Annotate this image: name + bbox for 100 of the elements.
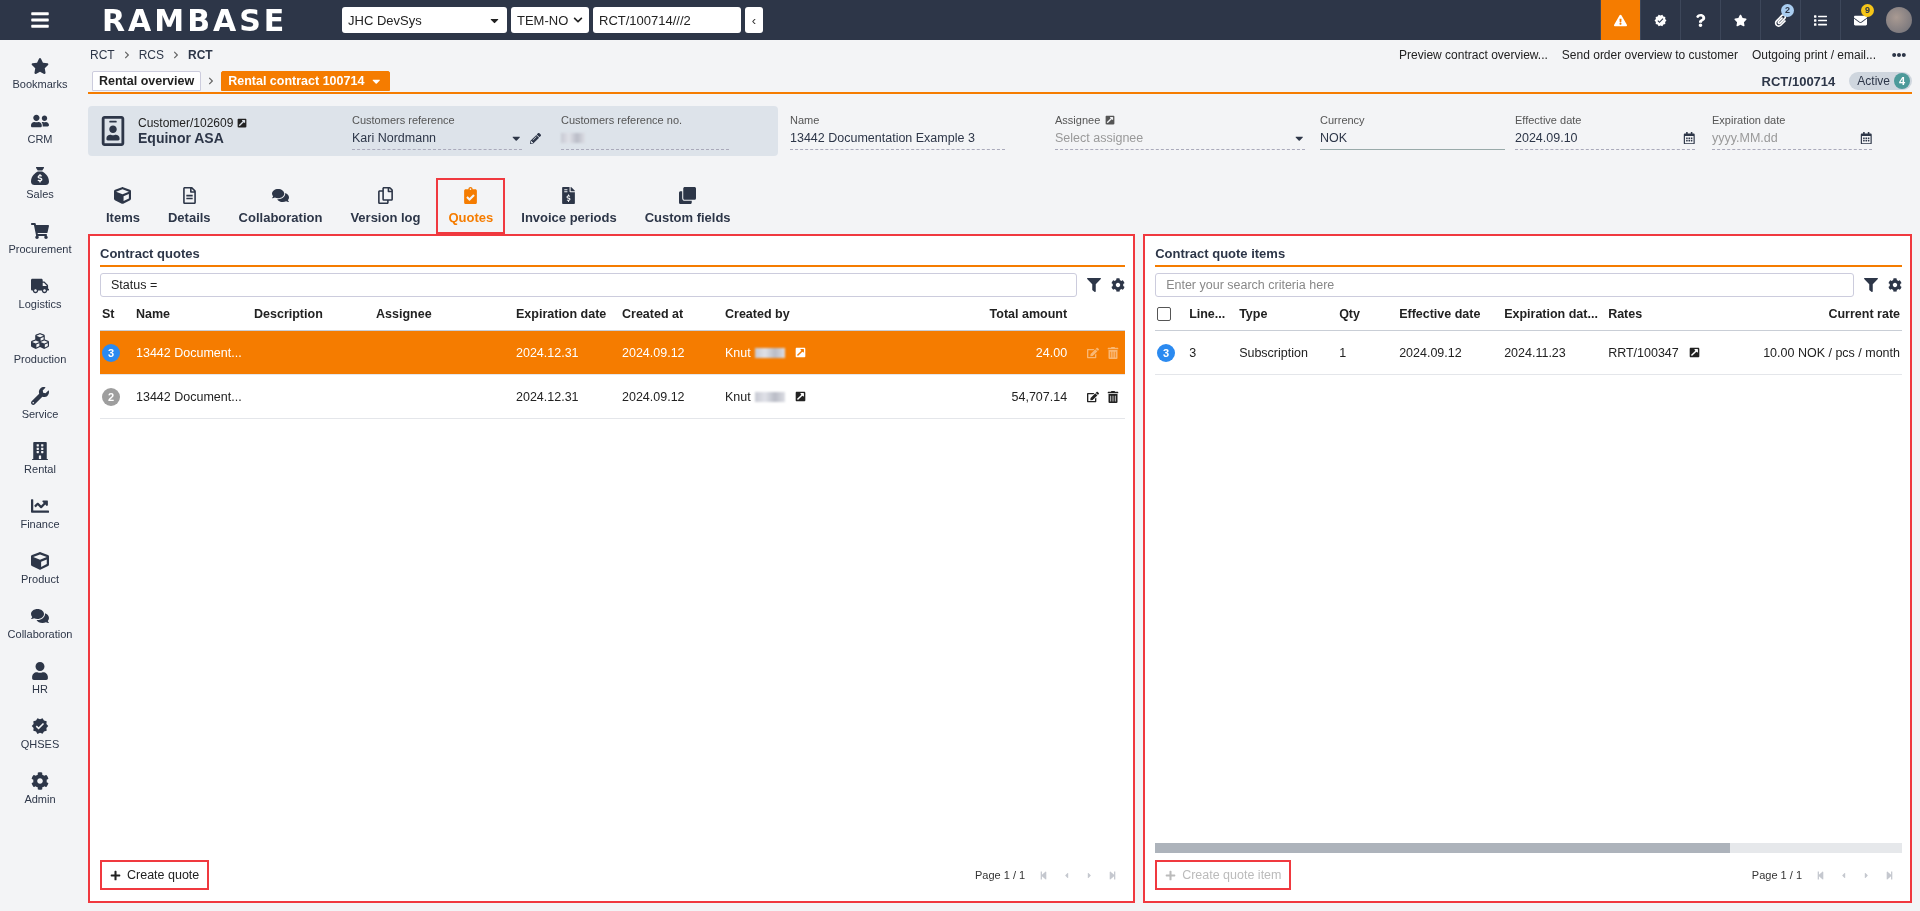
seal-icon — [1654, 13, 1667, 27]
sidebar-item[interactable]: CRM — [0, 101, 80, 156]
edit-button[interactable] — [1087, 390, 1100, 403]
sidebar-item[interactable]: Bookmarks — [0, 46, 80, 101]
star-icon — [31, 57, 49, 75]
sidebar-item[interactable]: Production — [0, 321, 80, 376]
table-cell-text: 1 — [1339, 345, 1348, 360]
action-link[interactable]: Send order overview to customer — [1561, 48, 1738, 62]
filter-field[interactable]: Status = — [100, 273, 1078, 297]
avatar-icon[interactable] — [1886, 7, 1912, 33]
table-row[interactable]: 2 13442 Document... 2024.12.31 2024.09.12 Knut 54,707.14 — [100, 375, 1126, 419]
locale-select[interactable]: TEM-NO — [511, 7, 589, 33]
toolbar-button[interactable] — [1600, 0, 1640, 40]
plus-icon — [1165, 869, 1177, 881]
column-header[interactable]: Name — [136, 306, 254, 321]
cart-icon — [31, 222, 49, 240]
chat-icon — [272, 187, 289, 204]
paperclip-icon — [1774, 13, 1787, 27]
collapse-button[interactable]: ‹ — [745, 7, 763, 33]
toolbar-button[interactable]: 9 — [1840, 0, 1880, 40]
company-select[interactable]: JHC DevSys — [342, 7, 507, 33]
calendar-icon — [1859, 131, 1872, 145]
date-field[interactable]: 2024.09.10 — [1515, 127, 1695, 150]
chevron-icon — [573, 15, 583, 25]
line-chart-icon — [31, 497, 49, 515]
document-tab[interactable]: Rental overview — [92, 71, 202, 91]
sidebar-item[interactable]: HR — [0, 651, 80, 706]
customer-name: Equinor ASA — [138, 130, 225, 146]
sidebar-item[interactable]: Admin — [0, 761, 80, 816]
field-label: Currency — [1320, 113, 1366, 128]
column-header[interactable]: St — [102, 306, 136, 321]
text-field[interactable]: 13442 Documentation Example 3 — [790, 127, 1005, 150]
action-link[interactable]: Outgoing print / email... — [1751, 48, 1876, 62]
settings-button[interactable] — [1888, 278, 1902, 292]
money-bag-icon — [31, 167, 49, 185]
column-header[interactable]: Qty — [1339, 306, 1400, 321]
column-header[interactable]: Expiration date — [516, 306, 622, 321]
tab[interactable]: Collaboration — [226, 178, 335, 234]
table-cell-text: 2024.09.12 — [622, 389, 686, 404]
column-header[interactable]: Type — [1239, 306, 1340, 321]
table-cell-text: 13442 Document... — [136, 389, 243, 404]
external-link-icon[interactable] — [794, 391, 806, 402]
field-label: Expiration date — [1712, 113, 1787, 128]
breadcrumb-link[interactable]: RCT — [90, 48, 115, 62]
external-link-icon[interactable] — [1688, 347, 1700, 358]
table-row[interactable]: 3 3 Subscription 1 2024.09.12 2024.11.23 RRT/100347 10.00 NOK / pcs / month — [1155, 331, 1902, 375]
wrench-icon — [31, 387, 49, 405]
external-link-icon[interactable] — [1105, 115, 1116, 125]
count-badge: 9 — [1861, 4, 1874, 17]
table-cell-text: 2024.12.31 — [516, 389, 580, 404]
column-header[interactable]: Effective date — [1399, 306, 1505, 321]
action-link[interactable]: Preview contract overview... — [1399, 48, 1548, 62]
person-icon — [31, 662, 49, 680]
column-header[interactable]: Rates — [1608, 306, 1739, 321]
checkbox[interactable] — [1157, 306, 1172, 321]
sidebar-item[interactable]: Sales — [0, 156, 80, 211]
sidebar-item[interactable]: Product — [0, 541, 80, 596]
readonly-field[interactable]: NOK — [1320, 127, 1505, 150]
truck-icon — [31, 277, 49, 295]
reference-select[interactable]: Kari Nordmann — [352, 127, 522, 150]
sidebar-item[interactable]: Finance — [0, 486, 80, 541]
search-field[interactable]: Enter your search criteria here — [1155, 273, 1854, 297]
tab[interactable]: Items — [94, 178, 152, 234]
filter-button[interactable] — [1087, 278, 1102, 292]
settings-button[interactable] — [1111, 278, 1126, 292]
tab[interactable]: Custom fields — [632, 178, 743, 234]
column-header[interactable]: Created by — [725, 306, 948, 321]
tab[interactable]: Invoice periods — [509, 178, 629, 234]
object-path-field[interactable]: RCT/100714///2 — [593, 7, 741, 33]
column-header[interactable]: Current rate — [1738, 306, 1900, 321]
delete-button[interactable] — [1107, 390, 1120, 403]
sidebar-item[interactable]: Rental — [0, 431, 80, 486]
sidebar-item[interactable]: Service — [0, 376, 80, 431]
status-dot: 3 — [1157, 343, 1176, 362]
table-cell-text: 54,707.14 — [1010, 389, 1068, 404]
table-cell-text: 13442 Document... — [136, 345, 243, 360]
sidebar-item[interactable]: Logistics — [0, 266, 80, 321]
column-header[interactable]: Assignee — [376, 306, 516, 321]
breadcrumb-link[interactable]: RCS — [138, 48, 164, 62]
pencil-button[interactable] — [530, 132, 541, 144]
column-header[interactable]: Line... — [1189, 306, 1240, 321]
customer-link[interactable]: Customer/102609 — [138, 116, 328, 130]
chevron-icon — [172, 51, 180, 59]
status-dot: 3 — [102, 343, 120, 362]
horizontal-scrollbar[interactable] — [1155, 843, 1902, 853]
sidebar-item[interactable]: Collaboration — [0, 596, 80, 651]
filter-button[interactable] — [1864, 278, 1878, 292]
list-icon — [1814, 13, 1827, 27]
sidebar-item[interactable]: QHSES — [0, 706, 80, 761]
sidebar-item[interactable]: Procurement — [0, 211, 80, 266]
tab[interactable]: Version log — [338, 178, 433, 234]
column-header[interactable]: Total amount — [947, 306, 1068, 321]
column-header[interactable]: Created at — [622, 306, 725, 321]
tab[interactable]: Details — [155, 178, 223, 234]
breadcrumb-link[interactable]: RCT — [188, 48, 213, 62]
create-quote-button[interactable]: Create quote — [100, 860, 210, 890]
toolbar-button[interactable]: 2 — [1760, 0, 1800, 40]
column-header[interactable]: Expiration dat... — [1504, 306, 1609, 321]
page-indicator: Page 1 / 1 — [974, 869, 1026, 881]
column-header[interactable]: Description — [254, 306, 376, 321]
